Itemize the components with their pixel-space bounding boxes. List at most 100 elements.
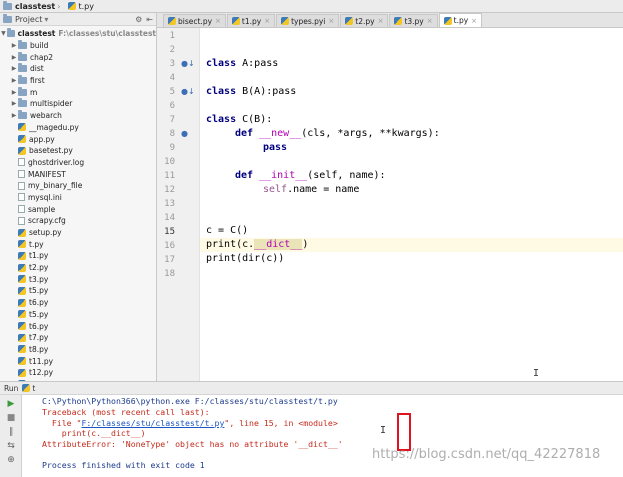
pin-icon[interactable]: ⊕ (6, 455, 16, 465)
tree-item-label: chap2 (30, 52, 54, 62)
tree-file-item[interactable]: t5.py (0, 309, 156, 321)
python-file-icon (18, 146, 26, 155)
rerun-icon[interactable]: ▶ (6, 399, 16, 409)
python-file-icon (18, 286, 26, 295)
tree-file-item[interactable]: setup.py (0, 227, 156, 239)
expand-arrow-icon[interactable]: ▼ (0, 30, 7, 37)
tree-file-item[interactable]: scrapy.cfg (0, 215, 156, 227)
run-console[interactable]: C:\Python\Python366\python.exe F:/classe… (22, 395, 623, 477)
tree-file-item[interactable]: MANIFEST (0, 168, 156, 180)
hide-panel-icon[interactable]: ⇤ (146, 15, 153, 24)
code-editor[interactable]: class A:pass class B(A):pass class C(B):… (200, 28, 623, 381)
tree-file-item[interactable]: t.py (0, 238, 156, 250)
breadcrumb-file[interactable]: t.py (65, 0, 97, 13)
code-line-15: print(c.__dict__) (206, 239, 309, 250)
expand-arrow-icon[interactable]: ▶ (10, 112, 18, 119)
dropdown-icon[interactable]: ▾ (44, 15, 48, 24)
console-error-line: AttributeError: 'NoneType' object has no… (42, 439, 343, 449)
tree-item-label: t11.py (29, 356, 54, 366)
line-number: 3 (169, 59, 175, 69)
tree-item-label: my_binary_file (28, 181, 83, 191)
editor-tab[interactable]: t1.py × (226, 14, 276, 27)
tree-file-item[interactable]: mysql.ini (0, 192, 156, 204)
tree-file-item[interactable]: t6.py (0, 297, 156, 309)
close-tab-icon[interactable]: × (328, 17, 334, 25)
expand-arrow-icon[interactable]: ▶ (10, 89, 18, 96)
python-file-icon (18, 228, 26, 237)
tree-item-label: t8.py (29, 344, 49, 354)
breadcrumb-project[interactable]: classtest › (0, 0, 65, 13)
tree-item-label: setup.py (29, 228, 62, 238)
traceback-file-link[interactable]: F:/classes/stu/classtest/t.py (81, 418, 224, 428)
restore-layout-icon[interactable]: ⇆ (6, 441, 16, 451)
tree-folder-item[interactable]: ▶ multispider (0, 98, 156, 110)
run-toolbar: ▶ ■ ∥ ⇆ ⊕ (0, 395, 22, 477)
python-file-icon (18, 275, 26, 284)
tree-file-item[interactable]: my_binary_file (0, 180, 156, 192)
tree-folder-item[interactable]: ▶ chap2 (0, 51, 156, 63)
tree-folder-item[interactable]: ▶ dist (0, 63, 156, 75)
editor-tab[interactable]: t.py × (438, 13, 483, 27)
editor-tab[interactable]: bisect.py × (163, 14, 226, 27)
editor-tab[interactable]: t3.py × (389, 14, 438, 27)
tree-file-item[interactable]: t8.py (0, 344, 156, 356)
tree-file-item[interactable]: __magedu.py (0, 122, 156, 134)
python-file-icon (18, 345, 26, 354)
pause-icon[interactable]: ∥ (6, 427, 16, 437)
python-file-icon (168, 17, 176, 25)
navigation-bar: classtest › t.py (0, 0, 623, 13)
tree-file-item[interactable]: t1.py (0, 250, 156, 262)
settings-gear-icon[interactable]: ⚙ (135, 15, 142, 24)
implemented-marker-icon[interactable]: ●↓ (181, 59, 195, 68)
editor-tab[interactable]: t2.py × (340, 14, 389, 27)
python-file-icon (18, 368, 26, 377)
tree-item-label: t12.py (29, 368, 54, 378)
tab-label: bisect.py (178, 16, 213, 26)
python-file-icon (394, 17, 403, 25)
code-line-8: pass (263, 142, 288, 153)
file-icon (18, 181, 25, 190)
expand-arrow-icon[interactable]: ▶ (10, 65, 18, 72)
tree-file-item[interactable]: ghostdriver.log (0, 157, 156, 169)
code-line-16: print(dir(c)) (206, 253, 285, 264)
tree-file-item[interactable]: t11.py (0, 355, 156, 367)
run-tab[interactable]: t (22, 384, 35, 393)
close-tab-icon[interactable]: × (378, 17, 384, 25)
close-tab-icon[interactable]: × (215, 17, 221, 25)
tree-file-item[interactable]: t12.py (0, 367, 156, 379)
expand-arrow-icon[interactable]: ▶ (10, 77, 18, 84)
tree-folder-item[interactable]: ▶ m (0, 86, 156, 98)
python-file-icon (18, 251, 26, 260)
editor-tab[interactable]: types.pyi × (276, 14, 340, 27)
tree-item-label: app.py (29, 134, 55, 144)
tree-file-item[interactable]: app.py (0, 133, 156, 145)
tree-file-item[interactable]: t2.py (0, 262, 156, 274)
overrides-marker-icon[interactable]: ● (181, 129, 188, 138)
tree-file-item[interactable]: t5.py (0, 285, 156, 297)
stop-icon[interactable]: ■ (6, 413, 16, 423)
python-file-icon (18, 310, 26, 319)
tree-file-item[interactable]: t7.py (0, 332, 156, 344)
tree-file-item[interactable]: basetest.py (0, 145, 156, 157)
close-tab-icon[interactable]: × (471, 17, 477, 25)
tree-root[interactable]: ▼ classtest F:\classes\stu\classtest (0, 28, 156, 40)
close-tab-icon[interactable]: × (264, 17, 270, 25)
expand-arrow-icon[interactable]: ▶ (10, 42, 18, 49)
python-file-icon (18, 298, 26, 307)
python-file-icon (18, 135, 26, 144)
expand-arrow-icon[interactable]: ▶ (10, 100, 18, 107)
file-icon (18, 216, 25, 225)
python-file-icon (231, 17, 240, 25)
tree-folder-item[interactable]: ▶ first (0, 75, 156, 87)
tree-file-item[interactable]: sample (0, 203, 156, 215)
implemented-marker-icon[interactable]: ●↓ (181, 87, 195, 96)
file-icon (18, 158, 25, 167)
tree-file-item[interactable]: t3.py (0, 273, 156, 285)
close-tab-icon[interactable]: × (427, 17, 433, 25)
project-view-selector[interactable]: Project (15, 15, 42, 24)
tree-folder-item[interactable]: ▶ build (0, 40, 156, 52)
python-file-icon (281, 17, 290, 25)
expand-arrow-icon[interactable]: ▶ (10, 54, 18, 61)
tree-file-item[interactable]: t6.py (0, 320, 156, 332)
tree-folder-item[interactable]: ▶ webarch (0, 110, 156, 122)
